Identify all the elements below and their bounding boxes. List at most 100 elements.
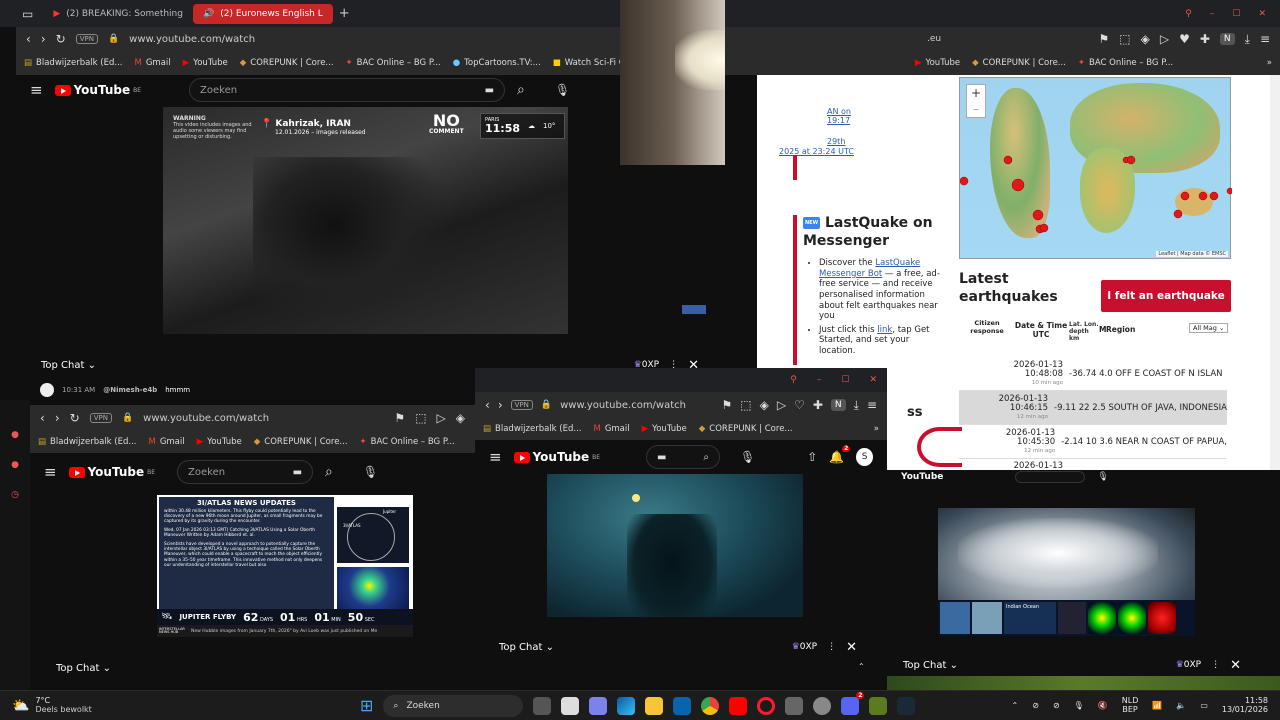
search-input[interactable]: ▬ ⌕ (646, 445, 721, 469)
weather-widget[interactable]: ⛅ 7°C Deels bewolkt (12, 696, 162, 715)
video-player[interactable]: Indian Ocean (938, 508, 1195, 636)
table-row[interactable]: 2026-01-13 10:46:15 12 min ago -9.11 22 2.… (959, 391, 1227, 425)
bookmark-bac[interactable]: ✦ BAC Online – BG P... (360, 437, 455, 447)
screenshot-icon[interactable]: ⬚ (1119, 33, 1130, 45)
quake-marker[interactable] (1198, 191, 1208, 201)
shield-icon[interactable]: ◈ (456, 412, 465, 424)
profile-avatar[interactable]: N (1219, 33, 1235, 45)
chrome-icon[interactable] (701, 696, 720, 715)
menu-icon[interactable]: ≡ (489, 449, 502, 465)
table-row[interactable]: 2026-01-13 10:48:08 10 min ago -36.74 4.0 … (959, 357, 1227, 391)
play-ext-icon[interactable]: ▷ (437, 412, 446, 424)
forward-icon[interactable]: › (55, 412, 60, 424)
quake-marker[interactable] (960, 176, 969, 186)
bookmark-youtube[interactable]: ▶ YouTube (197, 437, 242, 447)
minimize-icon[interactable]: – (817, 375, 822, 385)
bookmark-bac[interactable]: ✦ BAC Online – BG P... (346, 58, 441, 68)
forward-icon[interactable]: › (41, 33, 46, 45)
youtube-logo[interactable]: YouTube BE (54, 83, 141, 97)
url-field[interactable]: .eu (927, 34, 941, 44)
video-player[interactable]: 3I/ATLAS NEWS UPDATES within 30.48 milli… (157, 495, 413, 637)
bookmark-youtube[interactable]: ▶ YouTube (642, 424, 687, 434)
search-input[interactable]: Zoeken ▬ (189, 78, 506, 102)
quake-marker[interactable] (1011, 178, 1025, 192)
screenshot-icon[interactable]: ⬚ (415, 412, 426, 424)
more-bookmarks-icon[interactable]: » (1267, 58, 1272, 68)
extension-icon[interactable]: ⚑ (1098, 33, 1109, 45)
close-icon[interactable]: ✕ (846, 640, 857, 655)
menu-icon[interactable]: ≡ (1260, 33, 1270, 45)
menu-icon[interactable]: ≡ (30, 82, 43, 98)
keyboard-icon[interactable]: ▬ (293, 467, 302, 478)
notification-icon[interactable]: ⚲ (1185, 9, 1192, 19)
bell-icon[interactable]: 🔔 2 (829, 446, 851, 463)
bookmark-youtube[interactable]: ▶ YouTube (915, 58, 960, 68)
excel-icon[interactable] (869, 696, 888, 715)
video-player[interactable]: WARNING This video includes images and a… (163, 107, 568, 334)
quake-marker[interactable] (1126, 155, 1136, 165)
explorer-icon[interactable] (645, 696, 664, 715)
top-chat-dropdown[interactable]: Top Chat ⌄ (903, 660, 958, 671)
keyboard-icon[interactable]: ▬ (485, 85, 494, 96)
start-icon[interactable]: ⊞ (360, 696, 373, 715)
bookmark-folder[interactable]: ▤ Bladwijzerbalk (Ed... (24, 58, 122, 68)
search-icon[interactable]: ⌕ (703, 452, 709, 463)
sidebar-icon[interactable]: ● (0, 430, 30, 440)
quake-marker[interactable] (1032, 209, 1044, 221)
back-icon[interactable]: ‹ (26, 33, 31, 45)
minimize-icon[interactable]: – (1210, 9, 1215, 19)
notification-icon[interactable]: ⚲ (790, 375, 797, 385)
language-indicator[interactable]: NLD BEP (1122, 696, 1139, 715)
battery-icon[interactable]: ▭ (1200, 701, 1208, 710)
microphone-icon[interactable]: 🎙 (1097, 472, 1108, 482)
felt-earthquake-button[interactable]: I felt an earthquake (1101, 280, 1231, 312)
task-view-icon[interactable] (533, 696, 552, 715)
search-input[interactable]: Zoeken ▬ (177, 460, 314, 484)
keyboard-icon[interactable]: ▬ (657, 452, 666, 463)
top-chat-dropdown[interactable]: Top Chat ⌄ (41, 360, 96, 371)
search-icon[interactable]: ⌕ (325, 465, 333, 479)
opera-icon[interactable] (757, 696, 776, 715)
edge-icon[interactable] (617, 696, 636, 715)
bookmark-topcartoons[interactable]: ● TopCartoons.TV:... (453, 58, 541, 68)
page-scrollbar[interactable] (1270, 75, 1280, 470)
quake-marker[interactable] (1209, 191, 1219, 201)
url-field[interactable]: www.youtube.com/watch (143, 413, 269, 424)
outlook-icon[interactable] (673, 696, 692, 715)
chevron-up-icon[interactable]: ⌃ (1012, 701, 1019, 710)
calculator-icon[interactable] (785, 696, 804, 715)
news-link[interactable]: 19:17 (827, 116, 854, 125)
quake-marker[interactable] (1039, 223, 1049, 233)
shield-icon[interactable]: ◈ (760, 399, 769, 411)
heart-icon[interactable]: ♡ (794, 399, 805, 411)
play-ext-icon[interactable]: ▷ (1160, 33, 1169, 45)
sidebar-icon[interactable]: ● (0, 460, 30, 470)
news-link[interactable]: 2025 at 23:24 UTC (779, 147, 854, 156)
tab-breaking[interactable]: ▶ (2) BREAKING: Something (43, 0, 193, 27)
menu-icon[interactable]: ≡ (44, 464, 57, 480)
microphone-icon[interactable]: 🎙 (363, 466, 378, 478)
top-chat-dropdown[interactable]: Top Chat ⌄ (499, 642, 554, 653)
upload-icon[interactable]: ⇧ (807, 451, 817, 463)
youtube-logo[interactable]: YouTube (901, 472, 943, 482)
speaker-icon[interactable]: 🔈 (1176, 701, 1186, 710)
forward-icon[interactable]: › (498, 399, 503, 411)
avatar[interactable]: S (856, 448, 873, 466)
bookmark-bac[interactable]: ✦ BAC Online – BG P... (1078, 58, 1173, 68)
bookmark-folder[interactable]: ▤ Bladwijzerbalk (Ed... (483, 424, 581, 434)
back-icon[interactable]: ‹ (485, 399, 490, 411)
extension-icon[interactable]: ⚑ (721, 399, 732, 411)
mag-filter-select[interactable]: All Mag ⌄ (1189, 323, 1229, 333)
vpn-badge[interactable]: VPN (75, 34, 98, 44)
shield-icon[interactable]: ◈ (1141, 33, 1150, 45)
bookmark-corepunk[interactable]: ◆ COREPUNK | Core... (254, 437, 348, 447)
vpn-badge[interactable]: VPN (510, 400, 533, 410)
bookmark-folder[interactable]: ▤ Bladwijzerbalk (Ed... (38, 437, 136, 447)
back-icon[interactable]: ‹ (40, 412, 45, 424)
microphone-icon[interactable]: 🎙 (555, 84, 570, 96)
puzzle-icon[interactable]: ✚ (1200, 33, 1210, 45)
wifi-icon[interactable]: 📶 (1152, 701, 1162, 710)
play-ext-icon[interactable]: ▷ (777, 399, 786, 411)
maximize-icon[interactable]: ☐ (841, 375, 849, 385)
extension-icon[interactable]: ⚑ (394, 412, 405, 424)
